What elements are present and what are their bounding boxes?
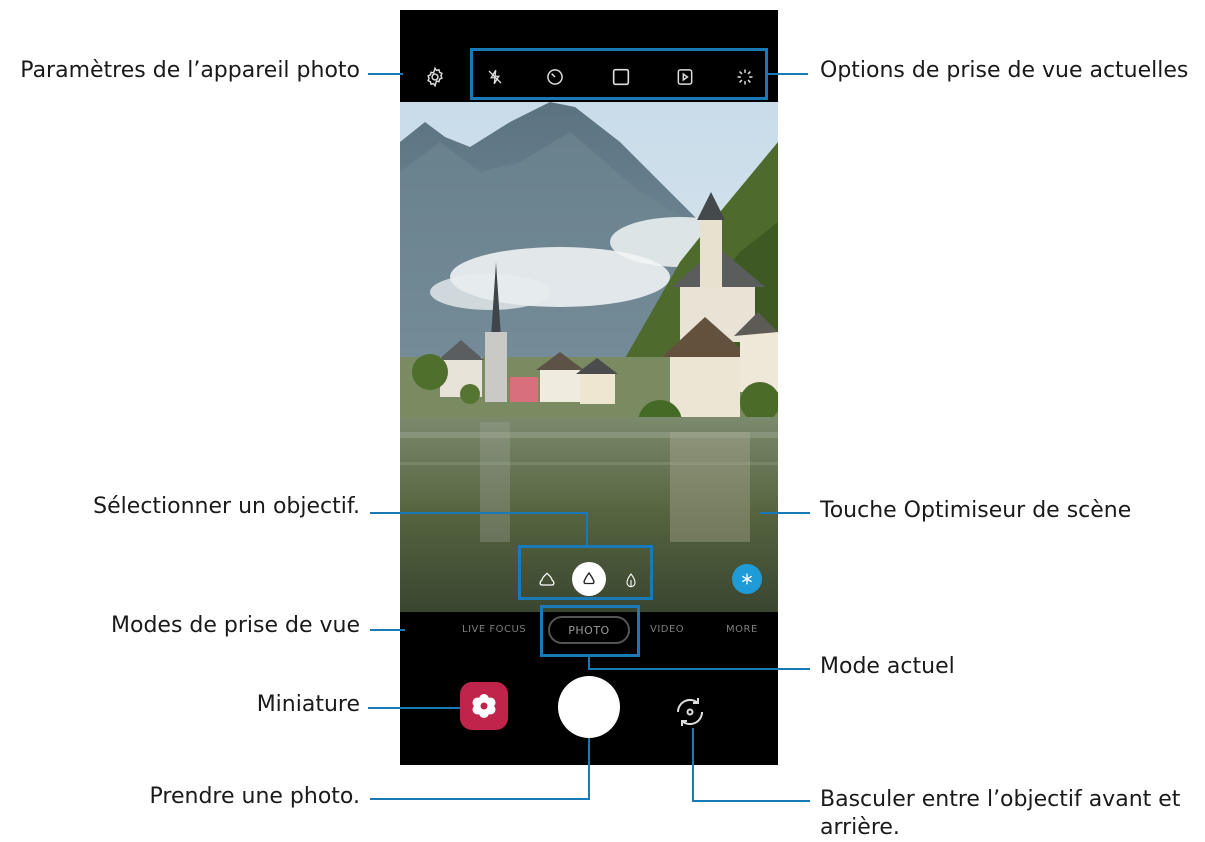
scene-optimizer-callout: Touche Optimiseur de scène [820, 498, 1132, 523]
settings-leader [368, 73, 403, 75]
switch-lens-callout-line2: arrière. [820, 815, 900, 840]
current-mode-leader-h [588, 668, 810, 670]
mode-live-focus[interactable]: LIVE FOCUS [462, 624, 526, 635]
switch-lens-leader-v [692, 728, 694, 802]
take-photo-callout: Prendre une photo. [149, 784, 360, 809]
select-lens-leader-v [586, 512, 588, 546]
select-lens-callout: Sélectionner un objectif. [93, 494, 360, 519]
scene-optimizer-icon [742, 573, 752, 585]
thumbnail-leader [368, 707, 460, 709]
modes-leader [370, 629, 405, 631]
mode-video[interactable]: VIDEO [650, 624, 684, 635]
settings-icon[interactable] [420, 62, 450, 92]
select-lens-leader-h [370, 512, 588, 514]
flower-icon [472, 694, 496, 718]
take-photo-leader-h [370, 798, 590, 800]
viewfinder-preview[interactable] [400, 102, 778, 612]
switch-camera-button[interactable] [668, 690, 712, 734]
thumbnail-callout: Miniature [256, 692, 360, 717]
current-mode-callout: Mode actuel [820, 654, 955, 679]
current-options-callout: Options de prise de vue actuelles [820, 58, 1189, 83]
lens-highlight-box [518, 545, 653, 600]
switch-lens-leader-h [692, 800, 810, 802]
options-leader [768, 73, 808, 75]
mode-more[interactable]: MORE [726, 624, 758, 635]
take-photo-leader-v [588, 738, 590, 800]
options-highlight-box [470, 48, 768, 100]
switch-lens-callout-line1: Basculer entre l’objectif avant et [820, 787, 1181, 812]
shutter-button[interactable] [558, 676, 620, 738]
settings-callout: Paramètres de l’appareil photo [20, 58, 360, 83]
scene-optimizer-leader [760, 512, 810, 514]
switch-camera-icon [676, 698, 704, 726]
mode-highlight-box [540, 605, 640, 657]
shooting-modes-callout: Modes de prise de vue [111, 613, 360, 638]
gallery-thumbnail[interactable] [460, 682, 508, 730]
scene-optimizer-button[interactable] [732, 564, 762, 594]
